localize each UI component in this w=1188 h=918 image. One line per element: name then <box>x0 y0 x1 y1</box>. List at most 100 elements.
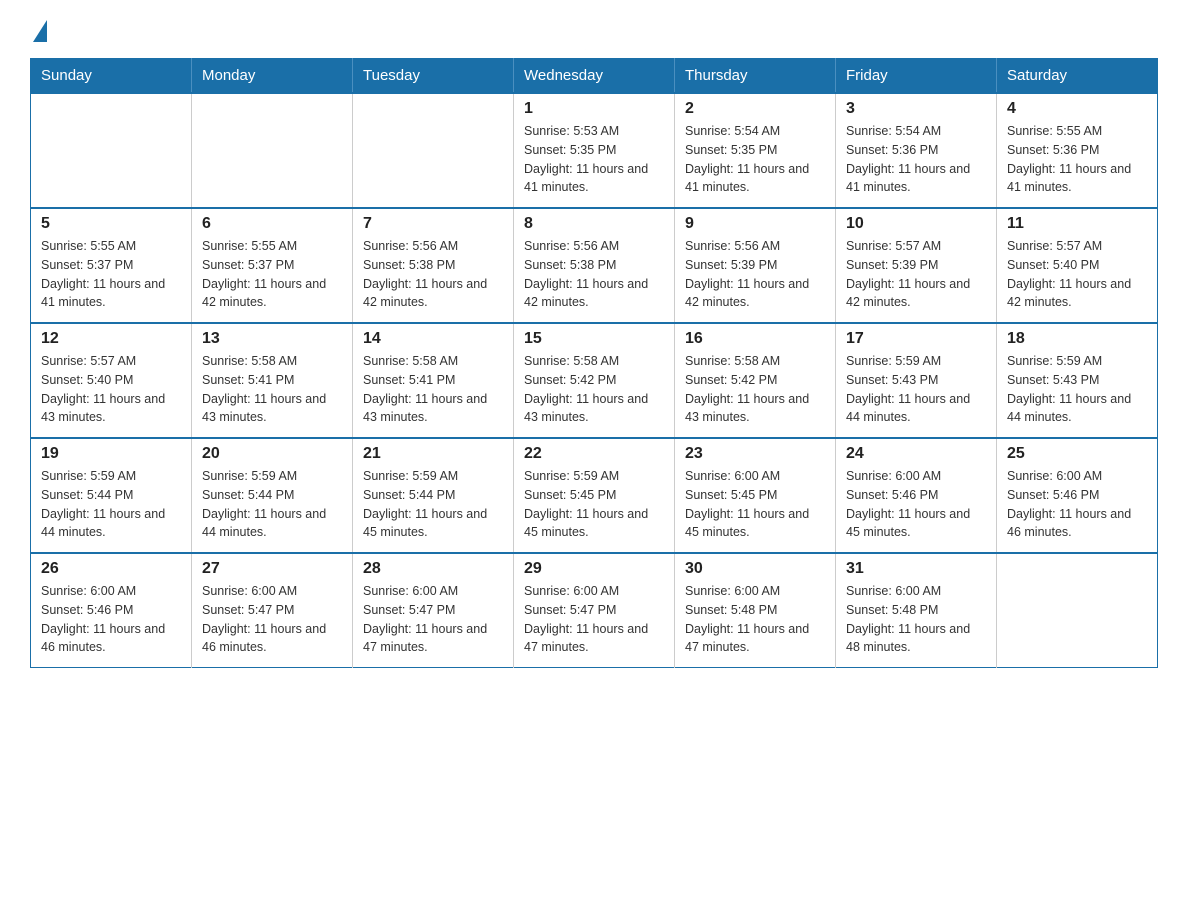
day-number: 31 <box>846 560 986 578</box>
day-number: 23 <box>685 445 825 463</box>
day-number: 3 <box>846 100 986 118</box>
calendar-day-cell: 16 Sunrise: 5:58 AMSunset: 5:42 PMDayligh… <box>675 323 836 438</box>
calendar-day-cell: 22 Sunrise: 5:59 AMSunset: 5:45 PMDayligh… <box>514 438 675 553</box>
day-info: Sunrise: 6:00 AMSunset: 5:45 PMDaylight:… <box>685 467 825 542</box>
day-info: Sunrise: 6:00 AMSunset: 5:46 PMDaylight:… <box>41 582 181 657</box>
day-number: 19 <box>41 445 181 463</box>
day-number: 25 <box>1007 445 1147 463</box>
day-number: 13 <box>202 330 342 348</box>
calendar-day-cell: 7 Sunrise: 5:56 AMSunset: 5:38 PMDaylight… <box>353 208 514 323</box>
calendar-day-cell: 13 Sunrise: 5:58 AMSunset: 5:41 PMDayligh… <box>192 323 353 438</box>
day-number: 7 <box>363 215 503 233</box>
day-number: 20 <box>202 445 342 463</box>
calendar-week-row: 26 Sunrise: 6:00 AMSunset: 5:46 PMDayligh… <box>31 553 1158 668</box>
day-of-week-header: Tuesday <box>353 59 514 94</box>
day-number: 30 <box>685 560 825 578</box>
day-info: Sunrise: 5:58 AMSunset: 5:42 PMDaylight:… <box>524 352 664 427</box>
calendar-day-cell: 1 Sunrise: 5:53 AMSunset: 5:35 PMDaylight… <box>514 93 675 208</box>
day-info: Sunrise: 5:59 AMSunset: 5:45 PMDaylight:… <box>524 467 664 542</box>
day-number: 11 <box>1007 215 1147 233</box>
calendar-table: SundayMondayTuesdayWednesdayThursdayFrid… <box>30 58 1158 668</box>
calendar-day-cell: 17Sunrise: 5:59 AMSunset: 5:43 PMDayligh… <box>836 323 997 438</box>
calendar-week-row: 5 Sunrise: 5:55 AMSunset: 5:37 PMDaylight… <box>31 208 1158 323</box>
calendar-week-row: 1 Sunrise: 5:53 AMSunset: 5:35 PMDaylight… <box>31 93 1158 208</box>
day-info: Sunrise: 5:58 AMSunset: 5:42 PMDaylight:… <box>685 352 825 427</box>
calendar-header-row: SundayMondayTuesdayWednesdayThursdayFrid… <box>31 59 1158 94</box>
day-info: Sunrise: 6:00 AMSunset: 5:48 PMDaylight:… <box>685 582 825 657</box>
calendar-day-cell: 26 Sunrise: 6:00 AMSunset: 5:46 PMDayligh… <box>31 553 192 668</box>
calendar-week-row: 19 Sunrise: 5:59 AMSunset: 5:44 PMDayligh… <box>31 438 1158 553</box>
day-info: Sunrise: 5:57 AMSunset: 5:40 PMDaylight:… <box>41 352 181 427</box>
day-info: Sunrise: 5:56 AMSunset: 5:38 PMDaylight:… <box>524 237 664 312</box>
day-info: Sunrise: 5:59 AMSunset: 5:44 PMDaylight:… <box>202 467 342 542</box>
day-number: 10 <box>846 215 986 233</box>
calendar-day-cell: 28Sunrise: 6:00 AMSunset: 5:47 PMDayligh… <box>353 553 514 668</box>
day-number: 24 <box>846 445 986 463</box>
calendar-day-cell: 23 Sunrise: 6:00 AMSunset: 5:45 PMDayligh… <box>675 438 836 553</box>
day-info: Sunrise: 5:55 AMSunset: 5:37 PMDaylight:… <box>41 237 181 312</box>
day-number: 16 <box>685 330 825 348</box>
calendar-day-cell: 14 Sunrise: 5:58 AMSunset: 5:41 PMDayligh… <box>353 323 514 438</box>
calendar-day-cell: 25 Sunrise: 6:00 AMSunset: 5:46 PMDayligh… <box>997 438 1158 553</box>
calendar-day-cell: 18 Sunrise: 5:59 AMSunset: 5:43 PMDayligh… <box>997 323 1158 438</box>
calendar-day-cell: 30 Sunrise: 6:00 AMSunset: 5:48 PMDayligh… <box>675 553 836 668</box>
calendar-day-cell: 24Sunrise: 6:00 AMSunset: 5:46 PMDayligh… <box>836 438 997 553</box>
day-info: Sunrise: 6:00 AMSunset: 5:46 PMDaylight:… <box>1007 467 1147 542</box>
day-number: 1 <box>524 100 664 118</box>
calendar-day-cell: 27Sunrise: 6:00 AMSunset: 5:47 PMDayligh… <box>192 553 353 668</box>
day-info: Sunrise: 5:56 AMSunset: 5:38 PMDaylight:… <box>363 237 503 312</box>
calendar-day-cell <box>997 553 1158 668</box>
day-of-week-header: Sunday <box>31 59 192 94</box>
day-of-week-header: Wednesday <box>514 59 675 94</box>
day-number: 2 <box>685 100 825 118</box>
calendar-day-cell: 3 Sunrise: 5:54 AMSunset: 5:36 PMDaylight… <box>836 93 997 208</box>
day-number: 26 <box>41 560 181 578</box>
day-number: 6 <box>202 215 342 233</box>
day-info: Sunrise: 5:59 AMSunset: 5:44 PMDaylight:… <box>41 467 181 542</box>
calendar-day-cell: 29 Sunrise: 6:00 AMSunset: 5:47 PMDayligh… <box>514 553 675 668</box>
calendar-week-row: 12 Sunrise: 5:57 AMSunset: 5:40 PMDayligh… <box>31 323 1158 438</box>
calendar-day-cell: 2 Sunrise: 5:54 AMSunset: 5:35 PMDaylight… <box>675 93 836 208</box>
day-number: 15 <box>524 330 664 348</box>
page-header <box>30 20 1158 42</box>
day-number: 29 <box>524 560 664 578</box>
day-info: Sunrise: 5:56 AMSunset: 5:39 PMDaylight:… <box>685 237 825 312</box>
day-info: Sunrise: 6:00 AMSunset: 5:47 PMDaylight:… <box>524 582 664 657</box>
calendar-day-cell: 8Sunrise: 5:56 AMSunset: 5:38 PMDaylight… <box>514 208 675 323</box>
day-info: Sunrise: 5:58 AMSunset: 5:41 PMDaylight:… <box>202 352 342 427</box>
calendar-day-cell: 19 Sunrise: 5:59 AMSunset: 5:44 PMDayligh… <box>31 438 192 553</box>
calendar-day-cell <box>31 93 192 208</box>
day-info: Sunrise: 5:55 AMSunset: 5:36 PMDaylight:… <box>1007 122 1147 197</box>
day-info: Sunrise: 5:53 AMSunset: 5:35 PMDaylight:… <box>524 122 664 197</box>
day-number: 5 <box>41 215 181 233</box>
day-info: Sunrise: 5:59 AMSunset: 5:43 PMDaylight:… <box>1007 352 1147 427</box>
calendar-day-cell: 31 Sunrise: 6:00 AMSunset: 5:48 PMDayligh… <box>836 553 997 668</box>
logo <box>30 20 47 42</box>
day-info: Sunrise: 5:54 AMSunset: 5:35 PMDaylight:… <box>685 122 825 197</box>
day-number: 9 <box>685 215 825 233</box>
calendar-day-cell: 21Sunrise: 5:59 AMSunset: 5:44 PMDayligh… <box>353 438 514 553</box>
day-of-week-header: Monday <box>192 59 353 94</box>
calendar-day-cell <box>353 93 514 208</box>
calendar-day-cell: 11 Sunrise: 5:57 AMSunset: 5:40 PMDayligh… <box>997 208 1158 323</box>
day-info: Sunrise: 6:00 AMSunset: 5:48 PMDaylight:… <box>846 582 986 657</box>
day-of-week-header: Friday <box>836 59 997 94</box>
calendar-day-cell: 12 Sunrise: 5:57 AMSunset: 5:40 PMDayligh… <box>31 323 192 438</box>
calendar-day-cell <box>192 93 353 208</box>
day-info: Sunrise: 5:57 AMSunset: 5:40 PMDaylight:… <box>1007 237 1147 312</box>
day-number: 17 <box>846 330 986 348</box>
day-number: 14 <box>363 330 503 348</box>
calendar-day-cell: 4Sunrise: 5:55 AMSunset: 5:36 PMDaylight… <box>997 93 1158 208</box>
day-info: Sunrise: 5:58 AMSunset: 5:41 PMDaylight:… <box>363 352 503 427</box>
day-number: 28 <box>363 560 503 578</box>
logo-triangle-icon <box>33 20 47 42</box>
day-number: 22 <box>524 445 664 463</box>
calendar-day-cell: 15 Sunrise: 5:58 AMSunset: 5:42 PMDayligh… <box>514 323 675 438</box>
day-number: 18 <box>1007 330 1147 348</box>
day-number: 12 <box>41 330 181 348</box>
calendar-day-cell: 5 Sunrise: 5:55 AMSunset: 5:37 PMDaylight… <box>31 208 192 323</box>
day-info: Sunrise: 5:59 AMSunset: 5:44 PMDaylight:… <box>363 467 503 542</box>
day-info: Sunrise: 5:54 AMSunset: 5:36 PMDaylight:… <box>846 122 986 197</box>
day-number: 27 <box>202 560 342 578</box>
day-info: Sunrise: 5:57 AMSunset: 5:39 PMDaylight:… <box>846 237 986 312</box>
